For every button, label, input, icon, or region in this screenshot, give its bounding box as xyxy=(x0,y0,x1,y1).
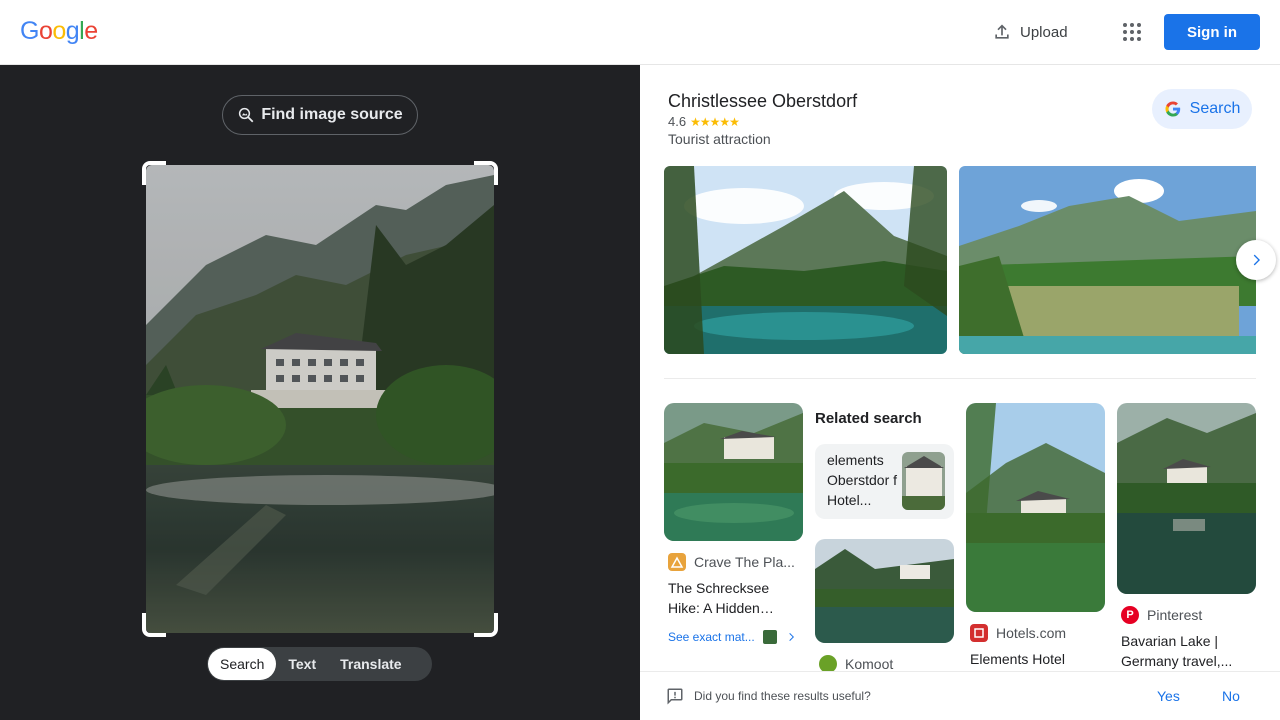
place-title[interactable]: Christlessee Oberstdorf xyxy=(668,91,857,112)
related-search-text: elements Oberstdor f Hotel... xyxy=(827,452,898,508)
crop-handle-top-left[interactable] xyxy=(142,161,166,185)
next-photos-button[interactable] xyxy=(1236,240,1276,280)
section-divider xyxy=(664,378,1256,379)
google-g-icon xyxy=(1165,101,1180,117)
related-search-heading: Related search xyxy=(815,410,922,427)
google-search-button[interactable]: Search xyxy=(1152,89,1252,129)
source-name: Komoot xyxy=(845,656,894,672)
result-thumbnail[interactable] xyxy=(815,539,954,643)
feedback-question: Did you find these results useful? xyxy=(694,689,871,703)
result-title[interactable]: The Schrecksee Hike: A Hidden… xyxy=(668,578,798,618)
google-logo[interactable]: Google xyxy=(20,17,98,46)
mode-tab-translate[interactable]: Translate xyxy=(328,648,413,680)
result-source[interactable]: Hotels.com xyxy=(970,624,1066,642)
see-exact-matches-label: See exact mat... xyxy=(668,630,755,644)
find-image-source-label: Find image source xyxy=(261,106,403,123)
favicon-icon xyxy=(668,553,686,571)
place-photo-2[interactable] xyxy=(959,166,1256,354)
source-name: Hotels.com xyxy=(996,625,1067,641)
exact-match-thumb xyxy=(762,630,777,644)
result-source[interactable]: P Pinterest xyxy=(1121,606,1202,624)
apps-grid-icon[interactable] xyxy=(1120,20,1144,44)
feedback-bar: Did you find these results useful? Yes N… xyxy=(640,671,1280,720)
related-search-chip[interactable]: elements Oberstdor f Hotel... xyxy=(815,444,954,519)
search-label: Search xyxy=(1189,100,1241,117)
place-rating: 4.6 ★★★★★ xyxy=(668,114,740,129)
mode-switcher: Search Text Translate xyxy=(207,647,432,681)
rating-value: 4.6 xyxy=(668,114,687,129)
related-search-thumb xyxy=(902,452,945,510)
find-image-source-button[interactable]: Find image source xyxy=(222,95,418,135)
source-name: Crave The Pla... xyxy=(694,554,795,570)
crop-handle-bottom-right[interactable] xyxy=(474,613,498,637)
feedback-icon xyxy=(667,688,683,705)
mode-tab-search[interactable]: Search xyxy=(208,648,277,680)
rating-stars: ★★★★★ xyxy=(690,114,740,129)
result-thumbnail[interactable] xyxy=(664,403,803,541)
place-photo-1[interactable] xyxy=(664,166,947,354)
query-image[interactable] xyxy=(146,165,494,633)
feedback-yes-button[interactable]: Yes xyxy=(1157,688,1180,704)
see-exact-matches-link[interactable]: See exact mat... xyxy=(668,630,797,644)
result-title[interactable]: Elements Hotel xyxy=(970,649,1100,669)
place-type: Tourist attraction xyxy=(668,131,771,147)
results-panel: Christlessee Oberstdorf 4.6 ★★★★★ Touris… xyxy=(640,65,1280,720)
result-thumbnail[interactable] xyxy=(1117,403,1256,594)
crop-handle-bottom-left[interactable] xyxy=(142,613,166,637)
result-title[interactable]: Bavarian Lake | Germany travel,... xyxy=(1121,631,1251,671)
crop-handle-top-right[interactable] xyxy=(474,161,498,185)
upload-icon xyxy=(995,24,1009,39)
chevron-right-icon xyxy=(1253,254,1260,266)
result-source[interactable]: Crave The Pla... xyxy=(668,553,795,571)
upload-button[interactable]: Upload xyxy=(992,20,1068,44)
query-image-panel: Find image source Search Text Translate xyxy=(0,65,640,720)
top-bar: Google Upload Sign in xyxy=(0,0,1280,65)
result-thumbnail[interactable] xyxy=(966,403,1105,612)
upload-label: Upload xyxy=(1020,23,1068,41)
hotels-favicon-icon xyxy=(970,624,988,642)
feedback-no-button[interactable]: No xyxy=(1222,688,1240,704)
chevron-right-icon xyxy=(789,633,794,641)
sign-in-button[interactable]: Sign in xyxy=(1164,14,1260,50)
pinterest-icon: P xyxy=(1121,606,1139,624)
source-name: Pinterest xyxy=(1147,607,1203,623)
image-search-icon xyxy=(239,107,254,123)
mode-tab-text[interactable]: Text xyxy=(276,648,328,680)
